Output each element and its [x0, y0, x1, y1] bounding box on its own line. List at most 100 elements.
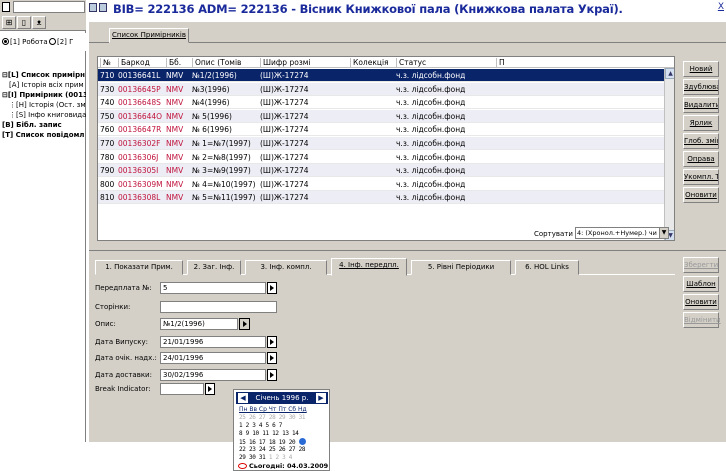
calendar-day[interactable]: 25: [269, 446, 276, 453]
action-button[interactable]: Видалити: [683, 97, 719, 113]
column-header[interactable]: Шифр розмі: [260, 58, 311, 68]
navigation-combo[interactable]: [13, 1, 85, 13]
action-button[interactable]: Глоб. зміни: [683, 133, 719, 149]
calendar-dropdown-icon[interactable]: [239, 318, 250, 330]
description-field[interactable]: №1/2(1996): [160, 318, 238, 330]
table-row[interactable]: 750 00136644O NMV № 5(1996) (Ш)Ж-17274 ч.з. л…: [98, 109, 664, 123]
tree-expander-icon[interactable]: ⋮: [9, 101, 16, 109]
tree-item[interactable]: ⋮[S] Інфо книговида: [2, 110, 86, 120]
calendar-day[interactable]: 15: [239, 439, 246, 446]
calendar-day[interactable]: 11: [262, 430, 269, 437]
column-header[interactable]: Колекція: [350, 58, 389, 68]
calendar-day[interactable]: 6: [272, 422, 276, 429]
radio-work[interactable]: [1] Робота: [2, 38, 48, 46]
calendar-day[interactable]: 23: [249, 446, 256, 453]
column-header[interactable]: Бб.: [166, 58, 181, 68]
calendar-day[interactable]: 25: [239, 414, 246, 421]
delivery-date-field[interactable]: 30/02/1996: [160, 369, 266, 381]
calendar-day[interactable]: 27: [259, 414, 266, 421]
calendar-day[interactable]: 5: [266, 422, 270, 429]
action-button[interactable]: Ярлик: [683, 115, 719, 131]
calendar-day[interactable]: 2: [275, 454, 279, 461]
calendar-day[interactable]: 19: [279, 439, 286, 446]
tree-item[interactable]: [A] Історія всіх прим: [2, 80, 86, 90]
issue-date-field[interactable]: 21/01/1996: [160, 336, 266, 348]
tab-items-list[interactable]: Список Примірників: [109, 28, 189, 43]
close-icon[interactable]: Х: [718, 2, 724, 12]
prev-month-icon[interactable]: ◀: [238, 393, 248, 403]
action-button[interactable]: Оправа: [683, 151, 719, 167]
detail-tab[interactable]: 3. Інф. компл.: [245, 260, 327, 275]
calendar-day[interactable]: 16: [249, 439, 256, 446]
table-row[interactable]: 780 00136306J NMV № 2=№8(1997) (Ш)Ж-17274 ч.з…: [98, 151, 664, 164]
calendar-day[interactable]: 13: [282, 430, 289, 437]
calendar-day[interactable]: 3: [282, 454, 286, 461]
calendar-day[interactable]: 10: [252, 430, 259, 437]
column-header[interactable]: Баркод: [118, 58, 150, 68]
calendar-day[interactable]: 12: [272, 430, 279, 437]
page-icon[interactable]: ▯: [17, 16, 31, 29]
subscription-field[interactable]: 5: [160, 282, 266, 294]
calendar-day[interactable]: 8: [239, 430, 243, 437]
calendar-day[interactable]: 17: [259, 439, 266, 446]
calendar-day[interactable]: 30: [289, 414, 296, 421]
column-header[interactable]: П: [496, 58, 505, 68]
detail-tab[interactable]: 5. Рівні Періодики: [411, 260, 511, 275]
table-row[interactable]: 740 00136648S NMV №4(1996) (Ш)Ж-17274 ч.з. лі…: [98, 96, 664, 110]
scroll-up-icon[interactable]: ▲: [665, 68, 674, 79]
calendar-day[interactable]: 26: [249, 414, 256, 421]
calendar-day[interactable]: 28: [299, 446, 306, 453]
tree-item[interactable]: [B] Бібл. запис: [2, 120, 86, 130]
delivery-date-dropdown-icon[interactable]: [267, 369, 277, 381]
next-month-icon[interactable]: ▶: [316, 393, 326, 403]
column-header[interactable]: Опис (Томів: [192, 58, 241, 68]
calendar-day[interactable]: 9: [246, 430, 250, 437]
action-button[interactable]: Здублювати: [683, 79, 719, 95]
subscription-dropdown-icon[interactable]: [267, 282, 277, 294]
detail-button[interactable]: Шаблон: [683, 276, 719, 292]
calendar-day[interactable]: 2: [246, 422, 250, 429]
calendar-day[interactable]: 29: [239, 454, 246, 461]
tree-expander-icon[interactable]: ⋮: [9, 111, 16, 119]
detail-tab[interactable]: 1. Показати Прим.: [95, 260, 183, 275]
tree-item[interactable]: ⊟[I] Примірник (00136: [2, 90, 86, 100]
calendar-day[interactable]: 4: [259, 422, 263, 429]
calendar-day[interactable]: 1: [239, 422, 243, 429]
sort-select[interactable]: 4: (Хронол.+Нумер.) чи Опис (Я▼: [575, 227, 669, 239]
calendar-day[interactable]: 26: [279, 446, 286, 453]
grid-icon[interactable]: [89, 3, 97, 12]
expected-date-field[interactable]: 24/01/1996: [160, 352, 266, 364]
tree-item[interactable]: ⊟[L] Список примірн: [2, 70, 86, 80]
pages-field[interactable]: [160, 301, 277, 313]
table-row[interactable]: 800 00136309M NMV № 4=№10(1997) (Ш)Ж-17274 ч.…: [98, 178, 664, 191]
calendar-day[interactable]: 30: [249, 454, 256, 461]
calendar-day[interactable]: 31: [259, 454, 266, 461]
table-row[interactable]: 760 00136647R NMV № 6(1996) (Ш)Ж-17274 ч.з. л…: [98, 123, 664, 137]
table-row[interactable]: 730 00136645P NMV №3(1996) (Ш)Ж-17274 ч.з. лі…: [98, 82, 664, 96]
calendar-day[interactable]: 7: [279, 422, 283, 429]
detail-tab[interactable]: 6. HOL Links: [515, 260, 579, 275]
calendar-day[interactable]: 4: [289, 454, 293, 461]
radio-other[interactable]: [2] Г: [49, 38, 73, 46]
binoculars-icon[interactable]: ᴥ: [32, 16, 46, 29]
calendar-day[interactable]: 20: [289, 439, 296, 446]
detail-button[interactable]: Оновити: [683, 294, 719, 310]
detail-tab[interactable]: 2. Заг. Інф.: [187, 260, 241, 275]
column-header[interactable]: Статус: [396, 58, 426, 68]
calendar-day[interactable]: 29: [279, 414, 286, 421]
table-row[interactable]: 810 00136308L NMV № 5=№11(1997) (Ш)Ж-17274 ч.…: [98, 191, 664, 205]
break-indicator-field[interactable]: [160, 383, 204, 395]
table-row[interactable]: 790 00136305I NMV № 3=№9(1997) (Ш)Ж-17274 ч.з…: [98, 164, 664, 178]
chevron-down-icon[interactable]: ▼: [659, 228, 668, 238]
issue-date-dropdown-icon[interactable]: [267, 336, 277, 348]
table-row[interactable]: 770 00136302F NMV № 1=№7(1997) (Ш)Ж-17274 ч.з…: [98, 137, 664, 150]
table-row[interactable]: 710 00136641L NMV №1/2(1996) (Ш)Ж-17274 ч.з. …: [98, 69, 664, 82]
expected-date-dropdown-icon[interactable]: [267, 352, 277, 364]
calendar-day[interactable]: 14: [292, 430, 299, 437]
calendar-day[interactable]: 22: [239, 446, 246, 453]
tree-item[interactable]: ⋮[H] Історія (Ост. зм: [2, 100, 86, 110]
vertical-scrollbar[interactable]: ▲ ▼: [664, 68, 674, 240]
calendar-day[interactable]: 3: [252, 422, 256, 429]
tree-view-icon[interactable]: ⊞: [2, 16, 16, 29]
arrow-icon[interactable]: [99, 3, 107, 12]
